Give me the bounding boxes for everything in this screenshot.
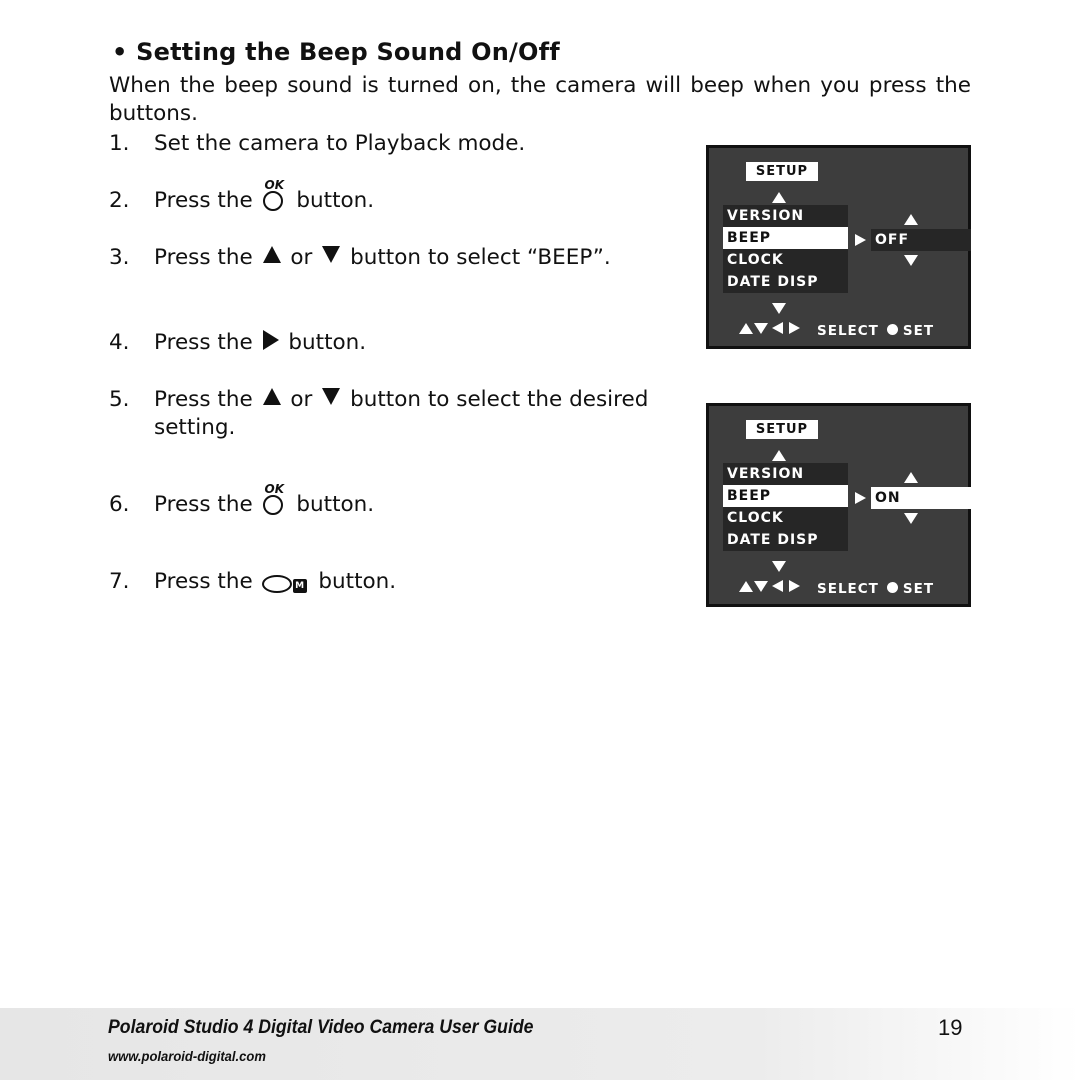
setup-header: SETUP [746, 420, 818, 439]
up-arrow-icon [262, 388, 281, 405]
step-text: Press the [154, 492, 253, 517]
camera-screen-beep-off: SETUP VERSION BEEP CLOCK DATE DISP OFF S… [706, 145, 971, 349]
step-5: 5. Press the or button to select the desi… [109, 386, 648, 442]
menu-item-clock: CLOCK [727, 252, 784, 268]
hint-select: SELECT [817, 581, 879, 597]
hint-bar: SELECT SET [739, 580, 934, 597]
beep-value: ON [871, 487, 971, 509]
ok-button-icon: OK [262, 482, 288, 517]
step-number: 7. [109, 569, 130, 594]
down-arrow-icon [322, 246, 341, 263]
menu-item-date-disp: DATE DISP [727, 274, 819, 290]
navigation-arrows-icon [739, 322, 817, 336]
beep-value: OFF [871, 229, 971, 251]
step-4: 4. Press the button. [109, 329, 366, 357]
step-text: Press the [154, 330, 253, 355]
step-number: 4. [109, 330, 130, 355]
setup-header: SETUP [746, 162, 818, 181]
menu-label: M [292, 579, 307, 593]
step-text: button. [296, 492, 375, 517]
step-number: 1. [109, 131, 130, 156]
value-down-arrow-icon [904, 513, 918, 524]
down-arrow-icon [772, 561, 786, 572]
step-6: 6. Press the OK button. [109, 482, 375, 519]
step-text: Press the [154, 569, 253, 594]
step-1: 1. Set the camera to Playback mode. [109, 130, 525, 158]
value-up-arrow-icon [904, 214, 918, 225]
step-text: button. [296, 188, 375, 213]
menu-button-icon: M [261, 571, 308, 593]
website-link[interactable]: www.polaroid-digital.com [108, 1048, 266, 1064]
hint-set: SET [902, 581, 935, 597]
up-arrow-icon [262, 246, 281, 263]
set-dot-icon [886, 324, 898, 335]
menu-item-clock: CLOCK [727, 510, 784, 526]
set-dot-icon [886, 582, 898, 593]
step-text: or [290, 387, 313, 412]
menu-item-date-disp: DATE DISP [727, 532, 819, 548]
menu-list: VERSION BEEP CLOCK DATE DISP [723, 463, 848, 551]
step-3: 3. Press the or button to select “BEEP”. [109, 244, 611, 272]
step-2: 2. Press the OK button. [109, 178, 375, 215]
step-text: Press the [154, 245, 253, 270]
right-arrow-icon [855, 234, 866, 246]
hint-bar: SELECT SET [739, 322, 934, 339]
step-number: 3. [109, 245, 130, 270]
menu-item-version: VERSION [727, 466, 805, 482]
step-text: Press the [154, 188, 253, 213]
section-title: • Setting the Beep Sound On/Off [112, 38, 560, 66]
value-down-arrow-icon [904, 255, 918, 266]
section-title-text: Setting the Beep Sound On/Off [136, 38, 560, 66]
menu-item-beep: BEEP [723, 485, 848, 507]
right-arrow-icon [262, 330, 279, 350]
hint-select: SELECT [817, 323, 879, 339]
step-text: or [290, 245, 313, 270]
hint-set: SET [902, 323, 935, 339]
camera-screen-beep-on: SETUP VERSION BEEP CLOCK DATE DISP ON SE… [706, 403, 971, 607]
menu-list: VERSION BEEP CLOCK DATE DISP [723, 205, 848, 293]
step-text: button to select the desired [350, 387, 649, 412]
step-7: 7. Press the M button. [109, 568, 396, 596]
right-arrow-icon [855, 492, 866, 504]
step-text: Set the camera to Playback mode. [154, 131, 526, 156]
down-arrow-icon [772, 303, 786, 314]
step-text-continued: setting. [154, 415, 236, 440]
step-text: button. [318, 569, 397, 594]
ok-button-icon: OK [262, 178, 288, 213]
intro-paragraph: When the beep sound is turned on, the ca… [109, 73, 971, 126]
page-footer: Polaroid Studio 4 Digital Video Camera U… [0, 1008, 1080, 1080]
up-arrow-icon [772, 450, 786, 461]
up-arrow-icon [772, 192, 786, 203]
guide-title: Polaroid Studio 4 Digital Video Camera U… [108, 1017, 534, 1038]
step-number: 2. [109, 188, 130, 213]
step-number: 5. [109, 387, 130, 412]
value-up-arrow-icon [904, 472, 918, 483]
step-number: 6. [109, 492, 130, 517]
menu-item-version: VERSION [727, 208, 805, 224]
down-arrow-icon [322, 388, 341, 405]
step-text: button to select “BEEP”. [350, 245, 611, 270]
bullet: • [112, 38, 128, 66]
step-text: Press the [154, 387, 253, 412]
navigation-arrows-icon [739, 580, 817, 594]
step-text: button. [288, 330, 367, 355]
menu-item-beep: BEEP [723, 227, 848, 249]
page-number: 19 [938, 1015, 963, 1040]
